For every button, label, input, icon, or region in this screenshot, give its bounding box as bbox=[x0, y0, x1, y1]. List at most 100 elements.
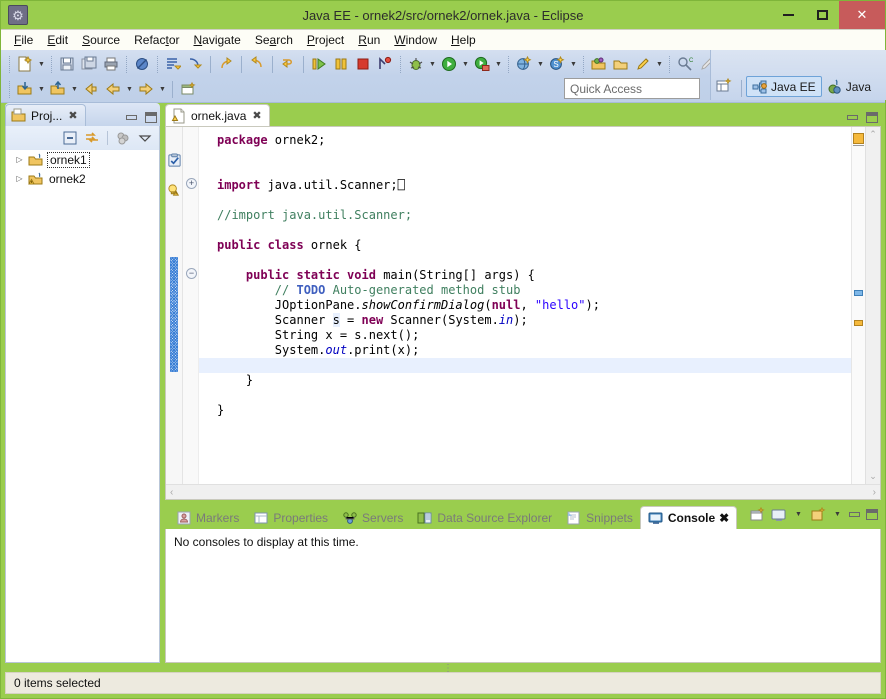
export-dropdown[interactable] bbox=[69, 79, 80, 100]
fold-collapse-icon[interactable]: − bbox=[186, 268, 197, 279]
new-server-icon[interactable]: S bbox=[546, 54, 568, 75]
scroll-down-icon[interactable]: ⌄ bbox=[869, 471, 877, 482]
view-menu-filter-icon[interactable] bbox=[113, 129, 133, 148]
new-web-project-icon[interactable] bbox=[513, 54, 535, 75]
collapse-all-icon[interactable] bbox=[60, 129, 80, 148]
tab-snippets[interactable]: Snippets bbox=[559, 506, 640, 529]
tab-project-explorer[interactable]: Proj... ✖ bbox=[5, 104, 86, 126]
todo-task-icon[interactable] bbox=[167, 153, 182, 171]
export-icon[interactable] bbox=[47, 79, 69, 100]
new-java-class-icon[interactable] bbox=[177, 79, 199, 100]
disconnect-icon[interactable] bbox=[374, 54, 396, 75]
minimize-console-button[interactable] bbox=[849, 512, 860, 517]
scroll-up-icon[interactable]: ⌃ bbox=[869, 129, 877, 140]
run-server-icon[interactable] bbox=[471, 54, 493, 75]
debug-icon[interactable] bbox=[405, 54, 427, 75]
open-perspective-icon[interactable] bbox=[711, 75, 737, 97]
next-edit-icon[interactable] bbox=[135, 79, 157, 100]
tree-item-ornek2[interactable]: ▷ ornek2 bbox=[6, 169, 159, 188]
maximize-view-button[interactable] bbox=[145, 112, 157, 123]
tab-data-source-explorer[interactable]: Data Source Explorer bbox=[410, 506, 559, 529]
close-icon[interactable]: ✖ bbox=[252, 109, 261, 122]
run-server-dropdown[interactable] bbox=[493, 54, 504, 75]
occurrence-marker[interactable] bbox=[854, 290, 863, 296]
warning-bulb-icon[interactable] bbox=[167, 183, 182, 201]
menu-source[interactable]: Source bbox=[75, 31, 127, 49]
run-icon[interactable] bbox=[438, 54, 460, 75]
toggle-breakpoint-icon[interactable] bbox=[131, 54, 153, 75]
undo-icon[interactable] bbox=[246, 54, 268, 75]
annotate-dropdown[interactable] bbox=[654, 54, 665, 75]
link-with-editor-icon[interactable] bbox=[82, 129, 102, 148]
scroll-left-icon[interactable]: ‹ bbox=[170, 487, 173, 498]
debug-dropdown[interactable] bbox=[427, 54, 438, 75]
tab-console[interactable]: Console ✖ bbox=[639, 506, 738, 529]
perspective-java-ee[interactable]: Java EE bbox=[746, 76, 822, 97]
print-icon[interactable] bbox=[100, 54, 122, 75]
editor-horizontal-scrollbar[interactable]: ‹ › bbox=[166, 484, 880, 499]
close-button[interactable]: ✕ bbox=[839, 1, 885, 29]
next-annotation-icon[interactable] bbox=[162, 54, 184, 75]
import-icon[interactable] bbox=[14, 79, 36, 100]
open-type-icon[interactable] bbox=[588, 54, 610, 75]
chevron-right-icon[interactable]: ▷ bbox=[14, 174, 25, 183]
menu-run[interactable]: Run bbox=[351, 31, 387, 49]
previous-annotation-icon[interactable] bbox=[184, 54, 206, 75]
fold-expand-icon[interactable]: + bbox=[186, 178, 197, 189]
overview-ruler[interactable] bbox=[851, 127, 865, 484]
menu-edit[interactable]: Edit bbox=[40, 31, 75, 49]
display-selected-console-icon[interactable] bbox=[771, 507, 787, 523]
tab-markers[interactable]: Markers bbox=[169, 506, 246, 529]
forward-step-icon[interactable] bbox=[215, 54, 237, 75]
new-web-project-dropdown[interactable] bbox=[535, 54, 546, 75]
resume-icon[interactable] bbox=[308, 54, 330, 75]
annotate-icon[interactable] bbox=[632, 54, 654, 75]
scroll-right-icon[interactable]: › bbox=[873, 487, 876, 498]
terminate-icon[interactable] bbox=[352, 54, 374, 75]
menu-file[interactable]: File bbox=[7, 31, 40, 49]
import-dropdown[interactable] bbox=[36, 79, 47, 100]
suspend-icon[interactable] bbox=[330, 54, 352, 75]
tab-properties[interactable]: Properties bbox=[246, 506, 335, 529]
search-icon[interactable]: C bbox=[674, 54, 696, 75]
previous-edit-icon[interactable] bbox=[102, 79, 124, 100]
menu-search[interactable]: Search bbox=[248, 31, 300, 49]
step-return-icon[interactable] bbox=[277, 54, 299, 75]
editor-folding-gutter[interactable]: + − bbox=[183, 127, 199, 484]
editor-vertical-scrollbar[interactable]: ⌃ ⌄ bbox=[865, 127, 880, 484]
run-dropdown[interactable] bbox=[460, 54, 471, 75]
display-console-dropdown[interactable] bbox=[793, 504, 804, 525]
menu-help[interactable]: Help bbox=[444, 31, 483, 49]
next-edit-dropdown[interactable] bbox=[157, 79, 168, 100]
maximize-button[interactable] bbox=[805, 1, 839, 29]
new-wizard-dropdown[interactable] bbox=[36, 54, 47, 75]
new-console-view-icon[interactable] bbox=[810, 506, 826, 523]
previous-edit-dropdown[interactable] bbox=[124, 79, 135, 100]
minimize-editor-button[interactable] bbox=[847, 115, 858, 120]
close-icon[interactable]: ✖ bbox=[68, 109, 77, 122]
back-icon[interactable] bbox=[80, 79, 102, 100]
warning-marker-2[interactable] bbox=[854, 320, 863, 326]
menu-window[interactable]: Window bbox=[387, 31, 444, 49]
minimize-view-button[interactable] bbox=[126, 115, 137, 120]
view-menu-icon[interactable] bbox=[135, 129, 155, 148]
code-editor[interactable]: package ornek2; import java.util.Scanner… bbox=[199, 127, 851, 484]
sash-handle[interactable]: ⋮ bbox=[443, 663, 454, 674]
tab-ornek-java[interactable]: ornek.java ✖ bbox=[165, 104, 270, 126]
editor-annotation-gutter[interactable] bbox=[166, 127, 183, 484]
perspective-java[interactable]: Java bbox=[822, 76, 876, 97]
maximize-console-button[interactable] bbox=[866, 509, 878, 520]
tab-servers[interactable]: Servers bbox=[335, 506, 410, 529]
maximize-editor-button[interactable] bbox=[866, 112, 878, 123]
menu-project[interactable]: Project bbox=[300, 31, 351, 49]
chevron-right-icon[interactable]: ▷ bbox=[14, 155, 25, 164]
menu-navigate[interactable]: Navigate bbox=[186, 31, 247, 49]
menu-refactor[interactable]: Refactor bbox=[127, 31, 186, 49]
save-all-icon[interactable] bbox=[78, 54, 100, 75]
open-task-icon[interactable] bbox=[610, 54, 632, 75]
open-console-icon[interactable] bbox=[749, 506, 765, 523]
tree-item-ornek1[interactable]: ▷ ornek1 bbox=[6, 150, 159, 169]
new-console-dropdown[interactable] bbox=[832, 504, 843, 525]
new-server-dropdown[interactable] bbox=[568, 54, 579, 75]
quick-access-input[interactable]: Quick Access bbox=[564, 78, 700, 99]
